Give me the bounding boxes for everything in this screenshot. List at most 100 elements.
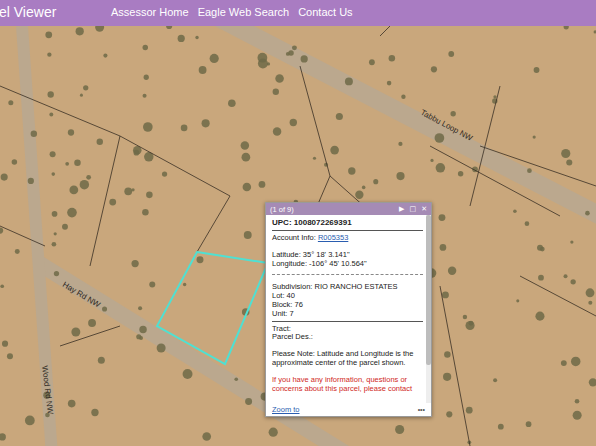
bush xyxy=(47,53,51,57)
bush xyxy=(183,283,186,286)
bush xyxy=(7,353,13,359)
bush xyxy=(355,191,363,199)
bush xyxy=(83,85,88,90)
bush xyxy=(62,224,68,230)
bush xyxy=(109,199,116,206)
bush xyxy=(234,377,238,381)
map-view[interactable]: Tabbu Loop NWHay Rd NWWood Rd NW(1 of 9)… xyxy=(0,26,596,446)
bush xyxy=(431,66,437,72)
bush xyxy=(444,351,451,358)
bush xyxy=(301,55,308,62)
bush xyxy=(199,66,207,74)
bush xyxy=(65,162,69,166)
popup-control-icon[interactable]: □ xyxy=(410,205,417,213)
bush xyxy=(124,187,132,195)
bush xyxy=(134,150,140,156)
bush xyxy=(241,141,249,149)
coordinate: Longitude: -106° 45' 10.564" xyxy=(272,260,423,269)
bush xyxy=(498,424,504,430)
bush xyxy=(396,172,404,180)
parcel-line[interactable] xyxy=(480,146,596,186)
nav-menu: Assessor Home Eagle Web Search Contact Us xyxy=(111,6,353,18)
popup-control-icon[interactable]: ▶ xyxy=(399,205,404,213)
bush xyxy=(535,312,544,321)
parcel-line[interactable] xyxy=(197,196,230,252)
bush xyxy=(435,133,445,143)
header-bar: el ViewerAssessor HomeEagle Web SearchCo… xyxy=(0,0,596,26)
parcel-line[interactable] xyxy=(60,326,120,346)
bush xyxy=(573,411,582,420)
bush xyxy=(143,94,147,98)
bush xyxy=(395,425,404,434)
account-link[interactable]: R005353 xyxy=(318,233,348,242)
bush xyxy=(387,81,392,86)
parcel-line[interactable] xyxy=(0,226,45,246)
bush xyxy=(561,149,570,158)
bush xyxy=(76,27,84,35)
bush xyxy=(47,91,53,97)
contact-note: If you have any information, questions o… xyxy=(272,376,423,394)
parcel-line[interactable] xyxy=(90,136,120,266)
note: Please Note: Latitude and Longitude is t… xyxy=(272,350,423,368)
parcel-line[interactable] xyxy=(520,276,596,316)
bush xyxy=(102,307,107,312)
bush xyxy=(273,127,281,135)
popup-control-icon[interactable]: ✕ xyxy=(421,205,427,213)
bush xyxy=(313,157,316,160)
account-info: Account Info: R005353 xyxy=(272,234,423,243)
more-menu[interactable]: ••• xyxy=(418,406,425,413)
attribute-row: Parcel Des.: xyxy=(272,333,423,342)
bush xyxy=(373,179,378,184)
nav-link[interactable]: Eagle Web Search xyxy=(198,6,290,18)
bush xyxy=(275,74,284,83)
bush xyxy=(466,321,475,330)
bush xyxy=(589,378,596,386)
bush xyxy=(31,131,37,137)
nav-link[interactable]: Assessor Home xyxy=(111,6,189,18)
bush xyxy=(401,95,405,99)
nav-link[interactable]: Contact Us xyxy=(298,6,352,18)
bush xyxy=(183,369,193,379)
bush xyxy=(533,135,536,138)
bush xyxy=(398,142,402,146)
bush xyxy=(228,99,236,107)
parcel-line[interactable] xyxy=(380,26,400,36)
bush xyxy=(586,288,595,297)
parcel-line[interactable] xyxy=(430,146,560,216)
bush xyxy=(588,301,592,305)
bush xyxy=(273,89,279,95)
bush xyxy=(131,188,134,191)
bush xyxy=(97,139,103,145)
bush xyxy=(443,373,451,381)
bush xyxy=(442,291,449,298)
scrollbar[interactable] xyxy=(426,215,431,403)
bush xyxy=(181,125,188,132)
bush xyxy=(345,77,353,85)
bush xyxy=(440,244,447,251)
bush xyxy=(95,26,104,32)
bush xyxy=(561,360,567,366)
bush xyxy=(197,256,204,263)
bush xyxy=(15,249,20,254)
bush xyxy=(259,181,266,188)
bush xyxy=(45,31,52,38)
bush xyxy=(210,54,219,63)
bush xyxy=(290,119,297,126)
zoom-to-link[interactable]: Zoom to xyxy=(272,405,300,414)
bush xyxy=(516,299,519,302)
bush xyxy=(91,409,98,416)
bush xyxy=(80,180,89,189)
bush xyxy=(0,433,6,440)
bush xyxy=(74,159,81,166)
bush xyxy=(450,111,455,116)
selected-parcel[interactable] xyxy=(157,252,268,364)
attribute-row: Unit: 7 xyxy=(272,310,423,319)
parcel-line[interactable] xyxy=(0,86,230,196)
parcel-line[interactable] xyxy=(440,286,470,446)
bush xyxy=(448,267,456,275)
parcel-line[interactable] xyxy=(470,86,500,206)
popup-body: UPC: 1008072269391Account Info: R005353L… xyxy=(266,215,431,403)
bush xyxy=(570,279,575,284)
bush xyxy=(52,211,58,217)
bush xyxy=(430,159,433,162)
